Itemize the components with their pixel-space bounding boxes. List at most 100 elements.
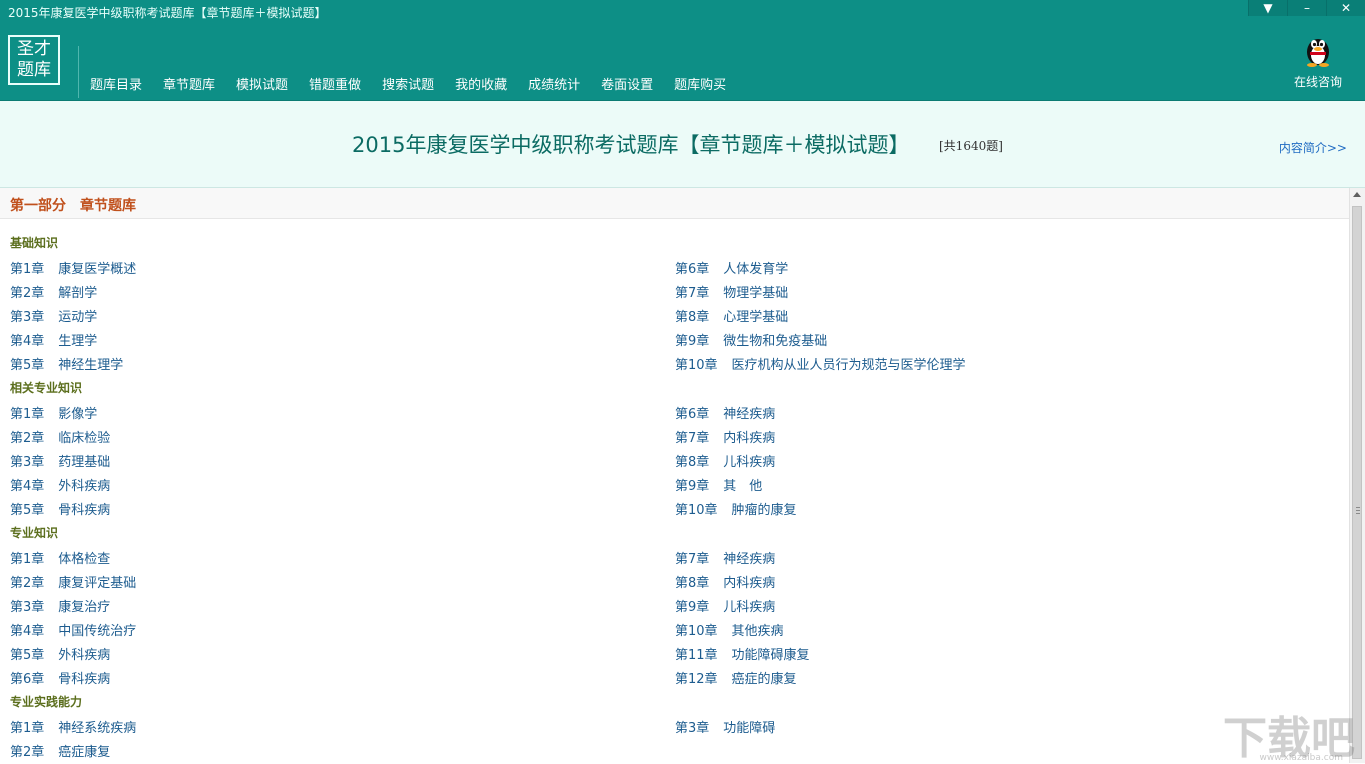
chapter-number: 第10章 [675,503,718,518]
chapter-name: 微生物和免疫基础 [723,334,828,349]
chapter-number: 第1章 [10,407,45,422]
chapter-number: 第11章 [675,648,718,663]
nav-purchase[interactable]: 题库购买 [674,74,726,93]
chapter-link[interactable]: 第1章 影像学 [10,403,97,422]
chapter-name: 外科疾病 [58,648,111,663]
chapter-number: 第1章 [10,552,45,567]
chapter-link[interactable]: 第3章 运动学 [10,306,97,325]
chapter-link[interactable]: 第9章其 他 [675,475,762,494]
chapter-link[interactable]: 第9章 儿科疾病 [675,596,775,615]
chapter-link[interactable]: 第2章 癌症康复 [10,741,110,760]
chapter-name: 康复评定基础 [58,576,137,591]
chapter-number: 第2章 [10,745,45,760]
nav-search[interactable]: 搜索试题 [382,74,434,93]
chapter-link[interactable]: 第4章 外科疾病 [10,475,110,494]
chapter-number: 第8章 [675,310,710,325]
question-count: [共1640题] [939,139,1003,153]
chapter-link[interactable]: 第1章 康复医学概述 [10,258,136,277]
window-controls: ▼ – ✕ [1248,0,1365,16]
chapter-name: 儿科疾病 [723,455,776,470]
chapter-link[interactable]: 第2章 临床检验 [10,427,110,446]
window-title: 2015年康复医学中级职称考试题库【章节题库＋模拟试题】 [8,6,327,20]
chapter-link[interactable]: 第11章 功能障碍康复 [675,644,810,663]
app-header: 圣才 题库 题库目录 章节题库 模拟试题 错题重做 搜索试题 我的收藏 成绩统计… [0,24,1365,101]
scroll-up-arrow-icon[interactable] [1353,192,1361,197]
chapter-number: 第7章 [675,431,710,446]
chapter-link[interactable]: 第2章 康复评定基础 [10,572,136,591]
nav-catalog[interactable]: 题库目录 [90,74,142,93]
chapter-link[interactable]: 第8章 内科疾病 [675,572,775,591]
chapter-link[interactable]: 第6章 神经疾病 [675,403,775,422]
chapter-name: 功能障碍 [723,721,776,736]
chapter-name: 其 他 [723,479,763,494]
chapter-number: 第3章 [10,600,45,615]
chapter-number: 第9章 [675,334,710,349]
chapter-link[interactable]: 第4章 生理学 [10,330,97,349]
chapter-name: 中国传统治疗 [58,624,137,639]
chapter-number: 第2章 [10,576,45,591]
nav-chapter-bank[interactable]: 章节题库 [163,74,215,93]
chapter-link[interactable]: 第5章 骨科疾病 [10,499,110,518]
chapter-name: 人体发育学 [723,262,789,277]
logo-line-1: 圣才 [17,39,51,59]
chapter-link[interactable]: 第5章 外科疾病 [10,644,110,663]
chapter-number: 第6章 [675,262,710,277]
chapter-link[interactable]: 第5章 神经生理学 [10,354,123,373]
page-title: 2015年康复医学中级职称考试题库【章节题库＋模拟试题】 [352,133,910,157]
chapter-number: 第3章 [10,455,45,470]
chapter-name: 康复治疗 [58,600,111,615]
chapter-link[interactable]: 第2章 解剖学 [10,282,97,301]
chapter-number: 第6章 [10,672,45,687]
scrollbar-thumb[interactable] [1352,206,1362,759]
nav-mock-exam[interactable]: 模拟试题 [236,74,288,93]
chapter-name: 肿瘤的康复 [731,503,797,518]
online-consult-button[interactable]: 在线咨询 [1288,33,1348,90]
chapter-name: 影像学 [58,407,98,422]
chapter-number: 第1章 [10,262,45,277]
chapter-link[interactable]: 第12章 癌症的康复 [675,668,797,687]
menu-dropdown-button[interactable]: ▼ [1248,0,1287,16]
chapter-name: 功能障碍康复 [731,648,810,663]
chapter-number: 第8章 [675,576,710,591]
nav-paper-settings[interactable]: 卷面设置 [601,74,653,93]
minimize-button[interactable]: – [1287,0,1326,16]
chapter-link[interactable]: 第3章 功能障碍 [675,717,775,736]
chapter-name: 骨科疾病 [58,672,111,687]
nav-statistics[interactable]: 成绩统计 [528,74,580,93]
chapter-link[interactable]: 第10章 其他疾病 [675,620,784,639]
chapter-name: 内科疾病 [723,431,776,446]
chapter-number: 第4章 [10,624,45,639]
chapter-link[interactable]: 第7章 神经疾病 [675,548,775,567]
chapter-link[interactable]: 第6章 人体发育学 [675,258,788,277]
nav-wrong-redo[interactable]: 错题重做 [309,74,361,93]
chapter-link[interactable]: 第1章 体格检查 [10,548,110,567]
part-header: 第一部分 章节题库 [0,188,1350,219]
chapter-number: 第1章 [10,721,45,736]
chapter-name: 骨科疾病 [58,503,111,518]
chapter-link[interactable]: 第6章 骨科疾病 [10,668,110,687]
intro-link[interactable]: 内容简介>> [1279,139,1347,156]
chapter-link[interactable]: 第3章 药理基础 [10,451,110,470]
chapter-link[interactable]: 第8章 儿科疾病 [675,451,775,470]
nav-favorites[interactable]: 我的收藏 [455,74,507,93]
chapter-link[interactable]: 第3章 康复治疗 [10,596,110,615]
chapter-number: 第2章 [10,286,45,301]
chapter-name: 运动学 [58,310,98,325]
chapter-link[interactable]: 第9章 微生物和免疫基础 [675,330,827,349]
chapter-link[interactable]: 第4章 中国传统治疗 [10,620,136,639]
chapter-link[interactable]: 第7章 内科疾病 [675,427,775,446]
close-button[interactable]: ✕ [1326,0,1365,16]
chapter-link[interactable]: 第10章 医疗机构从业人员行为规范与医学伦理学 [675,354,966,373]
grip-line [1356,507,1360,508]
chapter-name: 神经系统疾病 [58,721,137,736]
chapter-name: 生理学 [58,334,98,349]
section-title-professional: 专业知识 [10,526,59,540]
vertical-scrollbar[interactable] [1349,188,1365,763]
chapter-link[interactable]: 第7章 物理学基础 [675,282,788,301]
grip-line [1356,513,1360,514]
chapter-link[interactable]: 第8章 心理学基础 [675,306,788,325]
chapter-link[interactable]: 第1章 神经系统疾病 [10,717,136,736]
window-titlebar: 2015年康复医学中级职称考试题库【章节题库＋模拟试题】 ▼ – ✕ [0,0,1365,24]
chapter-link[interactable]: 第10章 肿瘤的康复 [675,499,797,518]
logo-line-2: 题库 [17,60,51,80]
